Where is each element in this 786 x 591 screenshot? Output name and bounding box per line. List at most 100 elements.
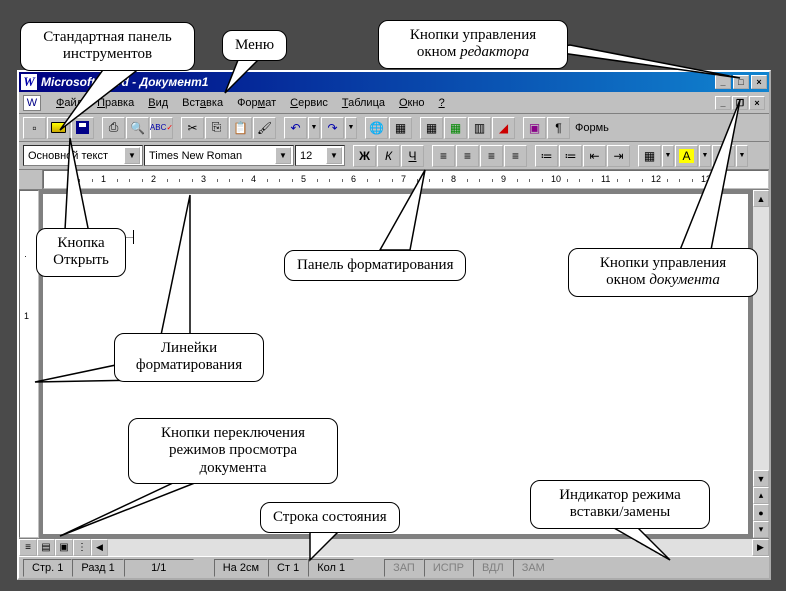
horizontal-scrollbar[interactable]: ◀ ▶ <box>91 539 769 556</box>
browse-object-button[interactable]: ● <box>753 504 769 521</box>
page-layout-view-button[interactable]: ▣ <box>55 539 73 556</box>
minimize-button[interactable]: _ <box>715 75 731 89</box>
scroll-up-button[interactable]: ▲ <box>753 190 769 207</box>
menu-view[interactable]: Вид <box>141 95 175 111</box>
ruler-corner[interactable] <box>19 170 43 189</box>
doc-minimize-button[interactable]: _ <box>715 96 731 110</box>
bold-button[interactable]: Ж <box>353 145 376 167</box>
scroll-down-button[interactable]: ▼ <box>753 470 769 487</box>
open-button[interactable] <box>47 117 70 139</box>
status-ovr[interactable]: ЗАМ <box>513 559 554 577</box>
menu-file[interactable]: Файл <box>49 95 90 111</box>
menu-format[interactable]: Формат <box>230 95 283 111</box>
chevron-down-icon[interactable]: ▼ <box>275 147 291 164</box>
undo-button[interactable]: ↶ <box>284 117 307 139</box>
drawing-button[interactable]: ◢ <box>492 117 515 139</box>
chevron-down-icon[interactable]: ▼ <box>326 147 342 164</box>
redo-dropdown[interactable]: ▼ <box>345 117 357 139</box>
columns-button[interactable]: ▥ <box>468 117 491 139</box>
menu-tools[interactable]: Сервис <box>283 95 335 111</box>
close-button[interactable]: × <box>751 75 767 89</box>
chevron-down-icon[interactable]: ▼ <box>124 147 140 164</box>
new-button[interactable]: ▫ <box>23 117 46 139</box>
maximize-button[interactable]: □ <box>733 75 749 89</box>
editor-window-controls: _ □ × <box>715 75 767 89</box>
highlight-icon: A <box>679 149 693 163</box>
align-center-button[interactable]: ≡ <box>456 145 479 167</box>
size-combo[interactable]: 12 ▼ <box>295 145 345 166</box>
justify-button[interactable]: ≡ <box>504 145 527 167</box>
format-painter-button[interactable]: 🖌 <box>253 117 276 139</box>
scroll-right-button[interactable]: ▶ <box>752 539 769 556</box>
document-map-button[interactable]: ▣ <box>523 117 546 139</box>
menu-edit[interactable]: Правка <box>90 95 141 111</box>
hyperlink-button[interactable]: 🌐 <box>365 117 388 139</box>
align-right-button[interactable]: ≡ <box>480 145 503 167</box>
scroll-left-button[interactable]: ◀ <box>91 539 108 556</box>
next-page-button[interactable]: ▾ <box>753 521 769 538</box>
doc-close-button[interactable]: × <box>749 96 765 110</box>
borders-button[interactable]: ▦ <box>638 145 661 167</box>
ruler-area: 12345678910111213 <box>19 170 769 190</box>
italic-button[interactable]: К <box>377 145 400 167</box>
normal-view-button[interactable]: ≡ <box>19 539 37 556</box>
font-color-dropdown[interactable]: ▼ <box>736 145 748 167</box>
decrease-indent-button[interactable]: ⇤ <box>583 145 606 167</box>
save-button[interactable] <box>71 117 94 139</box>
highlight-dropdown[interactable]: ▼ <box>699 145 711 167</box>
borders-dropdown[interactable]: ▼ <box>662 145 674 167</box>
align-left-button[interactable]: ≡ <box>432 145 455 167</box>
underline-icon: Ч <box>409 149 417 163</box>
standard-toolbar: ▫ ⎙ 🔍 ABC✓ ✂ ⎘ 📋 🖌 ↶ ▼ ↷ ▼ 🌐 ▦ ▦ ▦ ▥ ◢ ▣… <box>19 114 769 142</box>
print-button[interactable]: ⎙ <box>102 117 125 139</box>
menu-help[interactable]: ? <box>432 95 452 111</box>
word-doc-icon[interactable]: W <box>23 95 41 111</box>
pilcrow-icon: ¶ <box>555 121 561 135</box>
style-combo[interactable]: Основной текст ▼ <box>23 145 143 166</box>
hscroll-track[interactable] <box>108 539 752 556</box>
copy-button[interactable]: ⎘ <box>205 117 228 139</box>
size-value: 12 <box>300 150 312 162</box>
redo-button[interactable]: ↷ <box>321 117 344 139</box>
show-hide-button[interactable]: ¶ <box>547 117 570 139</box>
font-color-button[interactable]: A <box>712 145 735 167</box>
scissors-icon: ✂ <box>187 121 197 135</box>
menu-window[interactable]: Окно <box>392 95 432 111</box>
print-preview-button[interactable]: 🔍 <box>126 117 149 139</box>
menu-table[interactable]: Таблица <box>335 95 392 111</box>
cut-button[interactable]: ✂ <box>181 117 204 139</box>
status-trk[interactable]: ИСПР <box>424 559 473 577</box>
bold-icon: Ж <box>359 149 370 163</box>
align-left-icon: ≡ <box>440 149 447 163</box>
chevron-down-icon: ▼ <box>739 152 746 159</box>
doc-restore-button[interactable]: ❐ <box>732 96 748 110</box>
menu-insert[interactable]: Вставка <box>175 95 230 111</box>
font-combo[interactable]: Times New Roman ▼ <box>144 145 294 166</box>
numbered-list-button[interactable]: ≔ <box>535 145 558 167</box>
highlight-button[interactable]: A <box>675 145 698 167</box>
underline-button[interactable]: Ч <box>401 145 424 167</box>
vertical-scrollbar[interactable]: ▲ ▼ ▴ ● ▾ <box>752 190 769 538</box>
borders-icon: ▦ <box>644 149 655 163</box>
status-rec[interactable]: ЗАП <box>384 559 424 577</box>
status-ext[interactable]: ВДЛ <box>473 559 513 577</box>
copy-icon: ⎘ <box>212 120 222 135</box>
chevron-down-icon: ▼ <box>348 124 355 131</box>
paste-button[interactable]: 📋 <box>229 117 252 139</box>
tables-borders-button[interactable]: ▦ <box>420 117 443 139</box>
spellcheck-button[interactable]: ABC✓ <box>150 117 173 139</box>
undo-dropdown[interactable]: ▼ <box>308 117 320 139</box>
prev-page-button[interactable]: ▴ <box>753 487 769 504</box>
increase-indent-button[interactable]: ⇥ <box>607 145 630 167</box>
globe-icon: 🌐 <box>369 121 384 135</box>
insert-table-button[interactable]: ▦ <box>444 117 467 139</box>
justify-icon: ≡ <box>512 149 519 163</box>
scroll-track[interactable] <box>753 207 769 470</box>
online-layout-view-button[interactable]: ▤ <box>37 539 55 556</box>
numbered-list-icon: ≔ <box>541 149 553 163</box>
bullet-list-button[interactable]: ≔ <box>559 145 582 167</box>
outline-view-button[interactable]: ⋮ <box>73 539 91 556</box>
web-toolbar-button[interactable]: ▦ <box>389 117 412 139</box>
horizontal-ruler[interactable]: 12345678910111213 <box>43 170 769 189</box>
status-line: Ст 1 <box>268 559 308 577</box>
